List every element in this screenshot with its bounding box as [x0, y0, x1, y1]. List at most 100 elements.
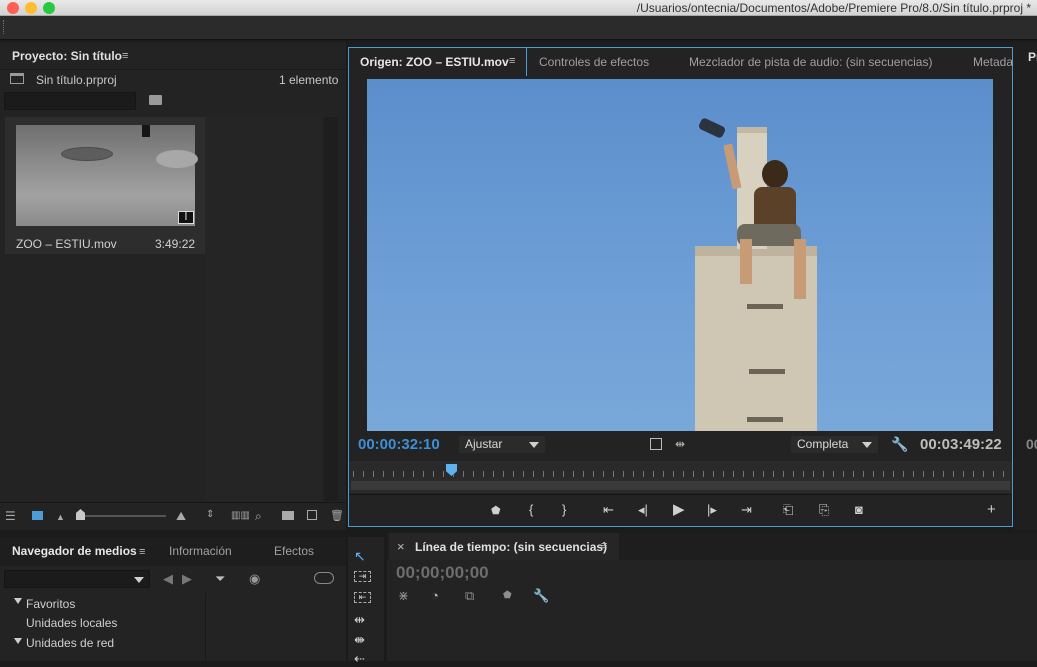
marker-icon[interactable]: ⬟ — [491, 504, 501, 517]
add-button-icon[interactable]: + — [987, 501, 996, 518]
tab-audio-mixer[interactable]: Mezclador de pista de audio: (sin secuen… — [689, 48, 932, 76]
tab-metadata[interactable]: Metada — [973, 48, 1013, 76]
tab-source[interactable]: Origen: ZOO – ESTIU.mov — [360, 48, 509, 76]
media-contents — [205, 593, 346, 661]
tree-expand-icon[interactable] — [14, 598, 22, 604]
media-location-select[interactable] — [4, 570, 150, 588]
fit-select[interactable]: Ajustar — [459, 436, 545, 453]
play-icon[interactable]: ▶ — [673, 500, 685, 518]
clip-duration: 3:49:22 — [155, 237, 196, 251]
rolling-edit-icon[interactable]: ⇼ — [354, 632, 365, 648]
zoom-slider[interactable] — [76, 515, 166, 517]
close-window-button[interactable] — [7, 2, 19, 14]
tab-effect-controls[interactable]: Controles de efectos — [539, 48, 649, 76]
project-footer — [0, 502, 346, 530]
resolution-select[interactable]: Completa — [791, 436, 878, 453]
source-menu-icon[interactable]: ≡ — [509, 55, 515, 67]
new-item-icon[interactable] — [307, 510, 317, 520]
view-icon[interactable]: ◉ — [249, 571, 260, 587]
tree-item-unidades-de-red[interactable]: Unidades de red — [26, 636, 114, 650]
rate-stretch-icon[interactable]: ⇠ — [354, 651, 365, 667]
chevron-down-icon — [862, 442, 872, 448]
tree-item-favoritos[interactable]: Favoritos — [26, 597, 75, 611]
zoom-out-icon[interactable]: ▲ — [56, 512, 65, 522]
video-scene — [695, 118, 817, 431]
back-arrow-icon[interactable]: ◀ — [163, 571, 173, 587]
chevron-down-icon — [529, 442, 539, 448]
forward-arrow-icon[interactable]: ▶ — [182, 571, 192, 587]
go-to-out-icon[interactable]: ⇥ — [741, 502, 752, 518]
multicam-icon[interactable]: ⇹ — [675, 437, 685, 451]
program-timecode-fragment: 00 — [1026, 436, 1037, 452]
zoom-in-icon[interactable]: ⛰ — [176, 509, 186, 524]
timeline-timecode[interactable]: 00;00;00;00 — [396, 563, 489, 583]
project-scrollbar[interactable] — [324, 117, 338, 501]
icon-view-icon[interactable] — [32, 511, 43, 520]
tab-divider — [526, 48, 527, 76]
workspace-strip — [0, 16, 1037, 40]
current-timecode[interactable]: 00:00:32:10 — [358, 436, 440, 453]
project-panel-header: Proyecto: Sin título ≡ — [0, 42, 346, 70]
bin-icon — [10, 73, 24, 84]
search-input[interactable] — [4, 92, 136, 110]
clip-thumbnail[interactable]: ꟾ — [16, 125, 198, 226]
sort-icon[interactable]: ⇕ — [206, 509, 214, 520]
tree-expand-icon[interactable] — [14, 638, 22, 644]
program-tab-fragment[interactable]: Pr — [1028, 50, 1037, 64]
media-browser-tabs: Navegador de medios ≡ Información Efecto… — [0, 537, 346, 566]
selection-tool-icon[interactable]: ↖ — [354, 548, 366, 565]
track-select-backward-icon[interactable]: ⇤ — [354, 592, 371, 603]
tab-media-browser[interactable]: Navegador de medios — [12, 537, 137, 566]
video-frame[interactable] — [367, 79, 993, 431]
item-count: 1 elemento — [279, 73, 339, 87]
timeline-menu-icon[interactable]: ≡ — [601, 540, 607, 552]
filter-icon[interactable]: ⏷ — [215, 571, 225, 587]
new-bin-icon[interactable] — [282, 511, 294, 520]
find-icon[interactable]: ⌕ — [255, 509, 262, 524]
drag-grip-icon[interactable] — [3, 20, 6, 34]
window-title: /Usuarios/ontecnia/Documentos/Adobe/Prem… — [636, 1, 1031, 15]
tree-item-unidades-locales[interactable]: Unidades locales — [26, 616, 117, 630]
panel-menu-icon[interactable]: ≡ — [122, 50, 128, 62]
timeline-tab-label: Línea de tiempo: (sin secuencias) — [415, 540, 608, 554]
tab-info[interactable]: Información — [169, 537, 232, 566]
time-ruler[interactable] — [349, 461, 1012, 493]
tab-project[interactable]: Proyecto: Sin título — [12, 42, 122, 70]
export-frame-icon[interactable]: ◙ — [855, 502, 863, 517]
snap-icon[interactable]: ⋇ — [398, 588, 409, 604]
linked-selection-icon[interactable]: ◔ — [431, 588, 439, 603]
overwrite-icon[interactable]: ⎘ — [819, 502, 829, 518]
timeline-tab[interactable]: × Línea de tiempo: (sin secuencias) ≡ — [389, 533, 619, 560]
timeline-wrench-icon[interactable]: 🔧 — [533, 588, 549, 604]
chevron-down-icon — [134, 577, 144, 583]
wrench-icon[interactable]: 🔧 — [891, 436, 908, 453]
folder-view-icon[interactable] — [314, 572, 334, 584]
list-view-icon[interactable]: ☰ — [5, 509, 16, 523]
nest-icon[interactable]: ⧉ — [465, 588, 474, 604]
automate-icon[interactable]: ▥▥ — [231, 510, 250, 521]
tab-effects[interactable]: Efectos — [274, 537, 314, 566]
mark-in-icon[interactable]: { — [529, 502, 533, 517]
insert-icon[interactable]: ⎗ — [783, 502, 793, 518]
project-file-name: Sin título.prproj — [36, 73, 117, 87]
clip-name: ZOO – ESTIU.mov — [16, 237, 117, 251]
minimize-window-button[interactable] — [25, 2, 37, 14]
step-forward-icon[interactable]: |▸ — [707, 502, 717, 518]
close-tab-icon[interactable]: × — [397, 539, 405, 554]
zoom-window-button[interactable] — [43, 2, 55, 14]
project-items-area — [205, 117, 321, 501]
zoom-bar[interactable] — [351, 481, 1010, 490]
add-marker-icon[interactable]: ⬟ — [503, 590, 512, 601]
audio-video-icon: ꟾ — [178, 211, 194, 224]
go-to-in-icon[interactable]: ⇤ — [603, 502, 614, 518]
track-select-forward-icon[interactable]: ⇥ — [354, 571, 371, 582]
media-menu-icon[interactable]: ≡ — [139, 546, 145, 558]
find-folder-icon[interactable] — [149, 95, 162, 105]
mark-out-icon[interactable]: } — [562, 502, 566, 517]
window-title-bar: /Usuarios/ontecnia/Documentos/Adobe/Prem… — [0, 0, 1037, 16]
safe-margins-icon[interactable] — [650, 438, 662, 450]
delete-icon[interactable]: 🗑 — [330, 509, 344, 522]
ripple-edit-icon[interactable]: ⇹ — [354, 612, 365, 628]
step-back-icon[interactable]: ◂| — [638, 502, 648, 518]
program-monitor-strip: Pr 00 — [1014, 42, 1037, 530]
